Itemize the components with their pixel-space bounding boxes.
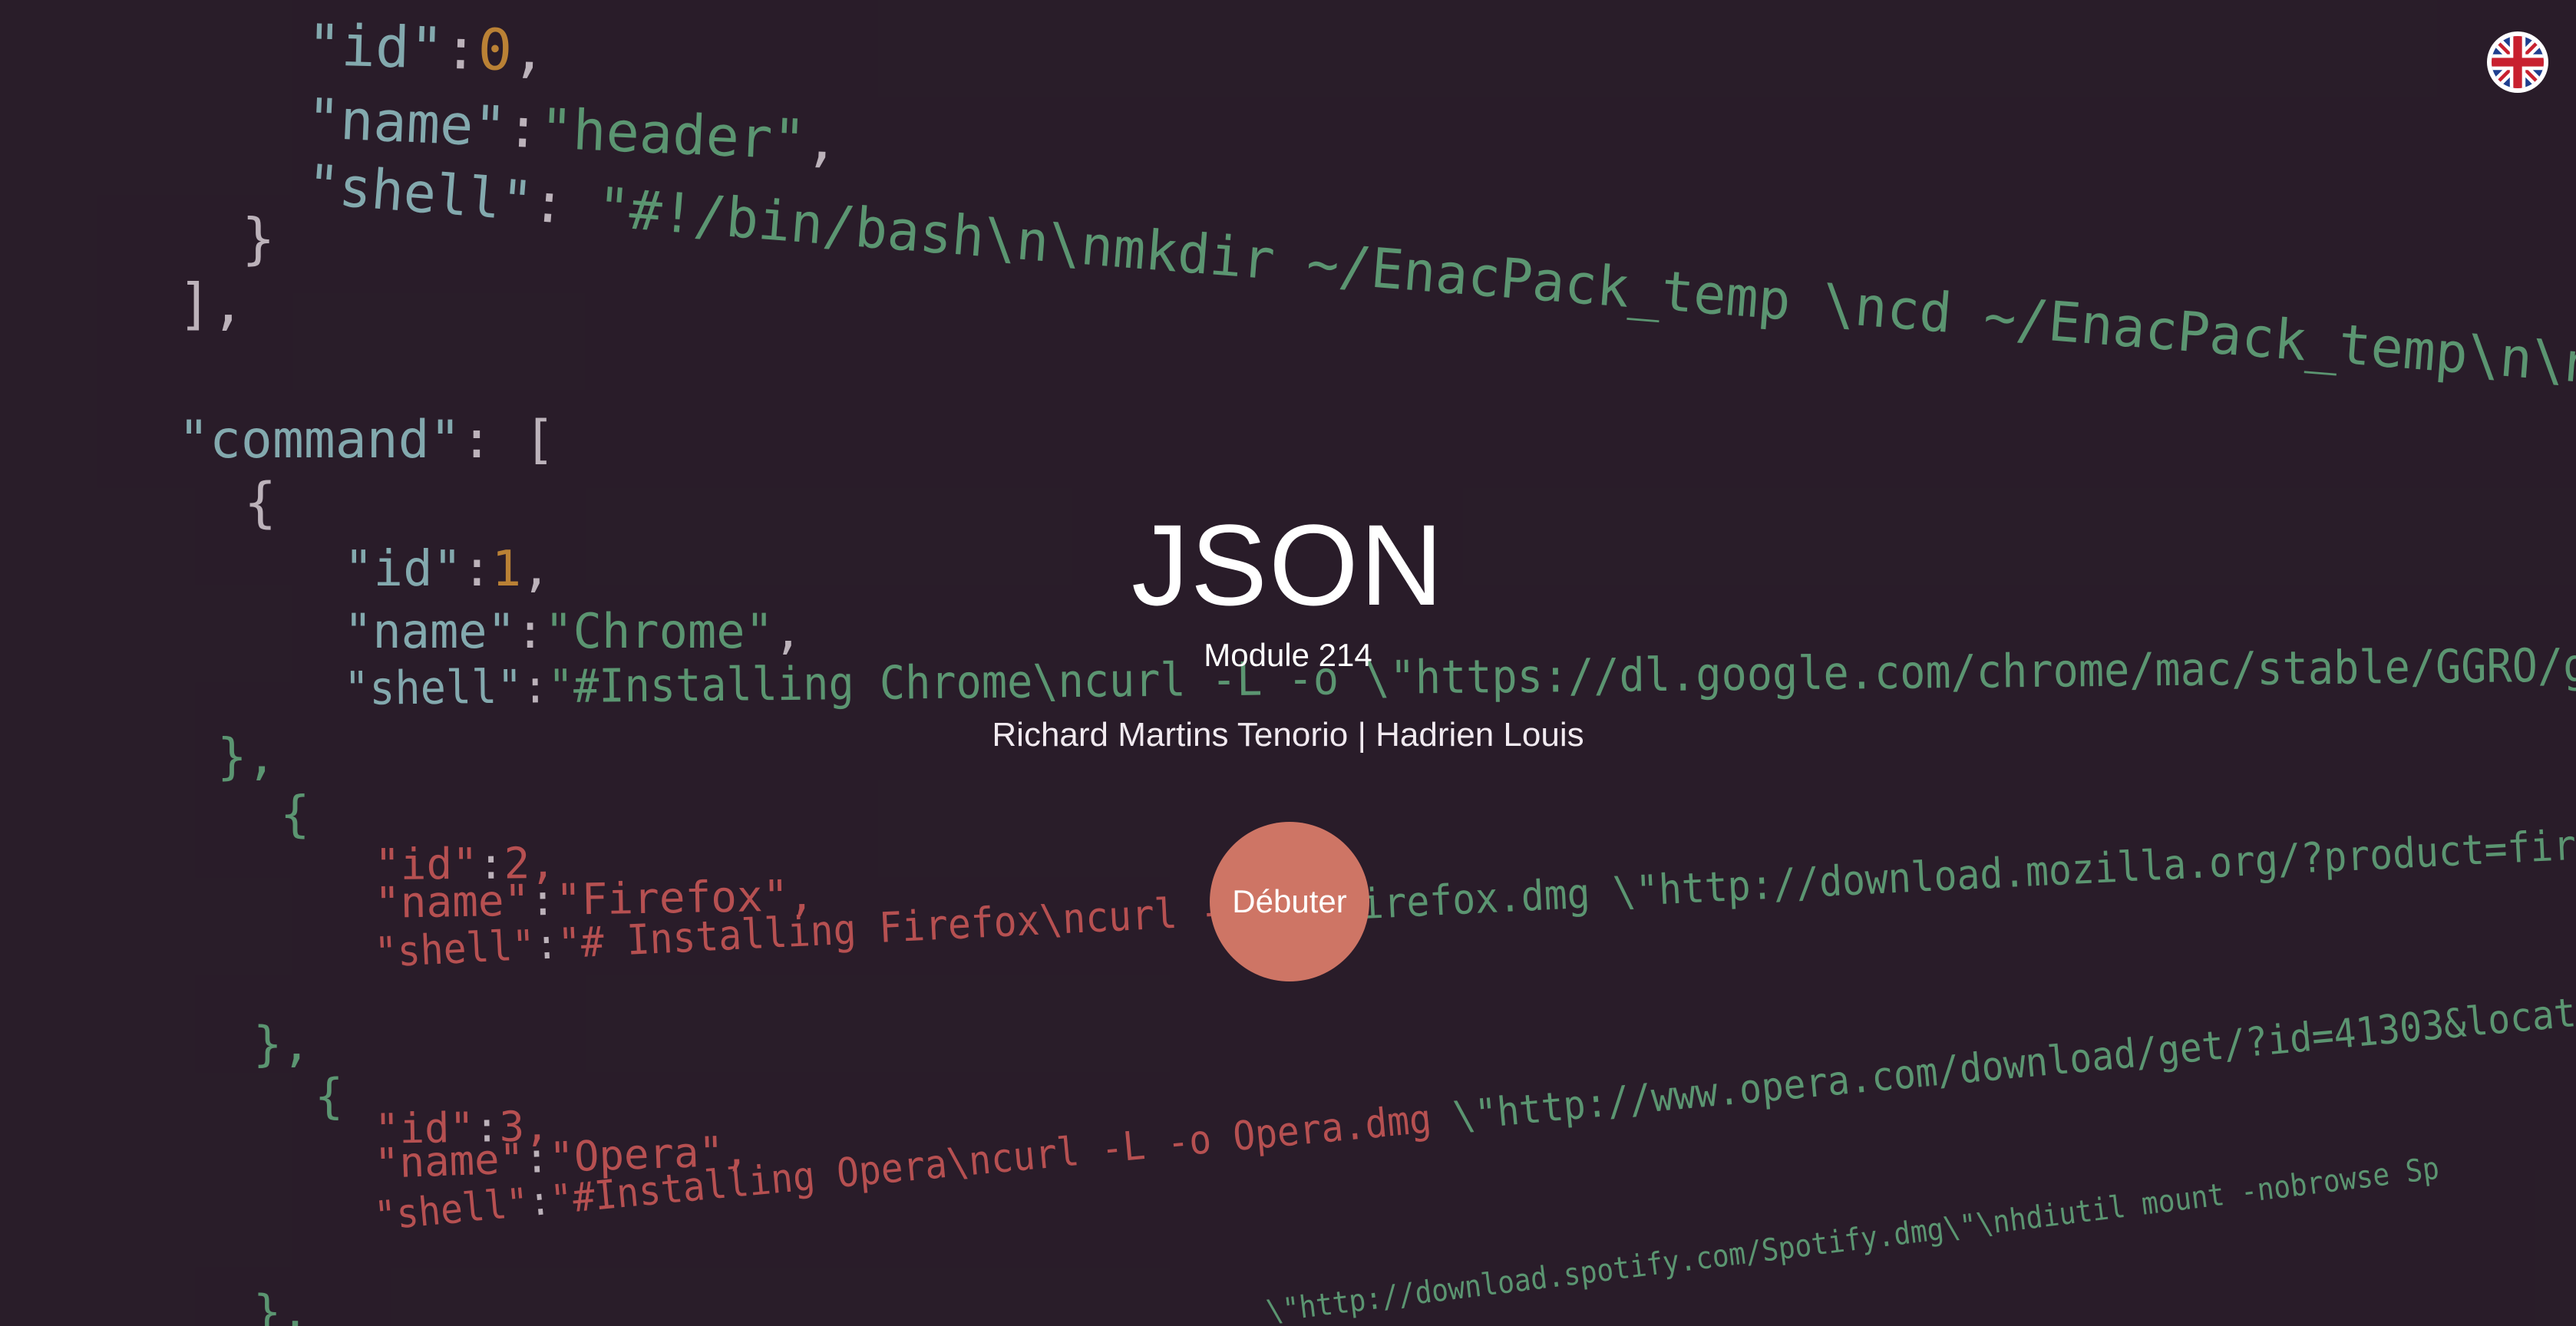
authors-line: Richard Martins Tenorio | Hadrien Louis — [992, 716, 1584, 754]
page-title: JSON — [1131, 500, 1445, 629]
language-switch-button[interactable] — [2487, 31, 2548, 93]
start-button-label: Débuter — [1232, 883, 1347, 919]
landing-page: "id":0, "name":"header", "shell": "#!/bi… — [0, 0, 2576, 1326]
start-button[interactable]: Débuter — [1210, 822, 1369, 981]
uk-flag-icon — [2492, 36, 2544, 88]
module-subtitle: Module 214 — [1204, 637, 1372, 673]
